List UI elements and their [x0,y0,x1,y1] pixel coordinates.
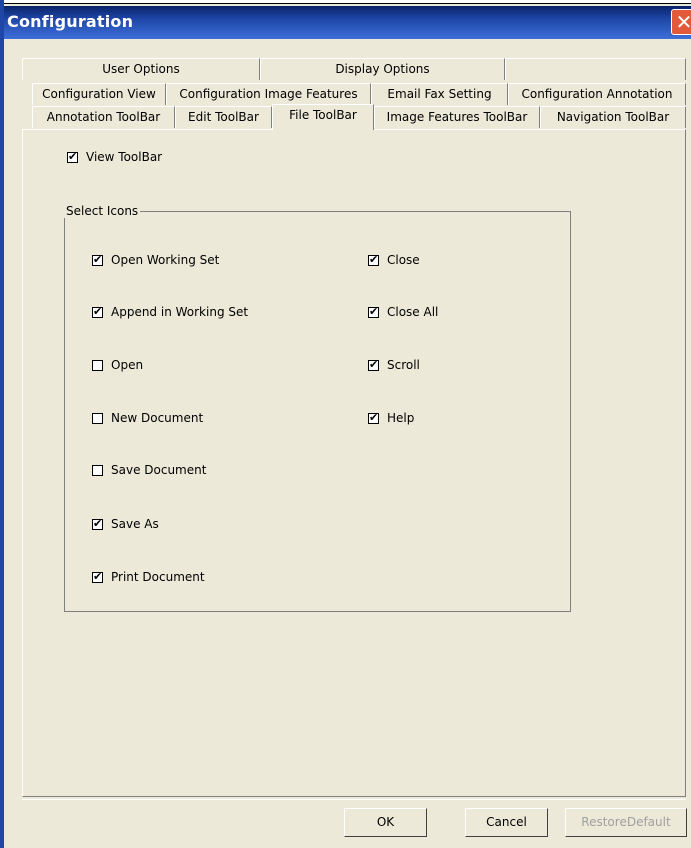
tab-label: Email Fax Setting [387,87,492,101]
checkbox[interactable] [368,305,379,318]
tab-configuration-annotation[interactable]: Configuration Annotation [508,83,686,105]
option-append-in-working-set[interactable]: Append in Working Set [92,305,248,319]
option-scroll[interactable]: Scroll [368,358,420,372]
checkbox[interactable] [368,253,379,266]
top-border [0,0,691,4]
tab-edit-toolbar[interactable]: Edit ToolBar [175,106,272,128]
option-label: Save As [111,517,159,531]
select-icons-legend: Select Icons [64,204,141,218]
option-save-as[interactable]: Save As [92,517,159,531]
option-label: Close [387,253,420,267]
tab-label: Display Options [335,62,430,76]
window-title: Configuration [7,12,134,31]
close-button[interactable]: ✕ [671,9,691,35]
tab-row-1: User Options Display Options [22,58,686,80]
checkbox[interactable] [92,464,103,476]
window-left-edge [0,0,4,848]
option-save-document[interactable]: Save Document [92,463,206,477]
option-label: Print Document [111,570,205,584]
tab-row-3: Annotation ToolBar Edit ToolBar File Too… [32,104,686,130]
tab-row-2: Configuration View Configuration Image F… [32,83,686,105]
configuration-dialog: Configuration ✕ User Options Display Opt… [0,0,691,848]
tab-annotation-toolbar[interactable]: Annotation ToolBar [32,106,175,128]
option-label: Close All [387,305,439,319]
tab-label: Image Features ToolBar [386,110,528,124]
tab-label: File ToolBar [289,108,357,122]
option-print-document[interactable]: Print Document [92,570,205,584]
restore-default-button[interactable]: RestoreDefault [565,808,687,837]
tab-user-options[interactable]: User Options [22,58,260,80]
select-icons-group: Select Icons Open Working Set Append in … [64,204,571,612]
view-toolbar-checkbox[interactable] [67,150,78,163]
option-open[interactable]: Open [92,358,143,372]
title-bar[interactable]: Configuration ✕ [4,6,691,39]
option-label: Open Working Set [111,253,220,267]
tab-label: Configuration View [42,87,156,101]
option-close[interactable]: Close [368,253,420,267]
option-open-working-set[interactable]: Open Working Set [92,253,219,267]
tab-label: Configuration Annotation [521,87,673,101]
option-label: Help [387,411,415,425]
option-new-document[interactable]: New Document [92,411,203,425]
ok-button[interactable]: OK [344,808,427,837]
checkbox[interactable] [92,253,103,266]
footer-separator [22,799,686,800]
tab-configuration-image-features[interactable]: Configuration Image Features [166,83,371,105]
option-label: Save Document [111,463,207,477]
view-toolbar-label: View ToolBar [86,150,163,164]
checkbox[interactable] [92,359,103,371]
option-label: Open [111,358,144,372]
tab-label: Annotation ToolBar [46,110,161,124]
view-toolbar-option[interactable]: View ToolBar [67,150,162,164]
option-label: New Document [111,411,204,425]
checkbox[interactable] [92,517,103,530]
tab-file-toolbar[interactable]: File ToolBar [272,104,374,130]
tab-label: Navigation ToolBar [556,110,670,124]
option-help[interactable]: Help [368,411,414,425]
checkbox[interactable] [92,305,103,318]
checkbox[interactable] [368,411,379,424]
tab-display-options[interactable]: Display Options [260,58,505,80]
close-icon: ✕ [675,10,691,34]
tab-configuration-view[interactable]: Configuration View [32,83,166,105]
tab-email-fax-setting[interactable]: Email Fax Setting [371,83,508,105]
tab-image-features-toolbar[interactable]: Image Features ToolBar [374,106,540,128]
option-label: Append in Working Set [111,305,249,319]
tab-navigation-toolbar[interactable]: Navigation ToolBar [540,106,686,128]
cancel-button[interactable]: Cancel [465,808,548,837]
option-close-all[interactable]: Close All [368,305,438,319]
option-label: Scroll [387,358,420,372]
checkbox[interactable] [92,412,103,424]
tab-label: User Options [102,62,180,76]
tab-label: Edit ToolBar [188,110,259,124]
file-toolbar-panel: View ToolBar Select Icons Open Working S… [22,129,686,797]
checkbox[interactable] [368,358,379,371]
tab-label: Configuration Image Features [179,87,358,101]
checkbox[interactable] [92,570,103,583]
tab-blank[interactable] [505,58,686,80]
